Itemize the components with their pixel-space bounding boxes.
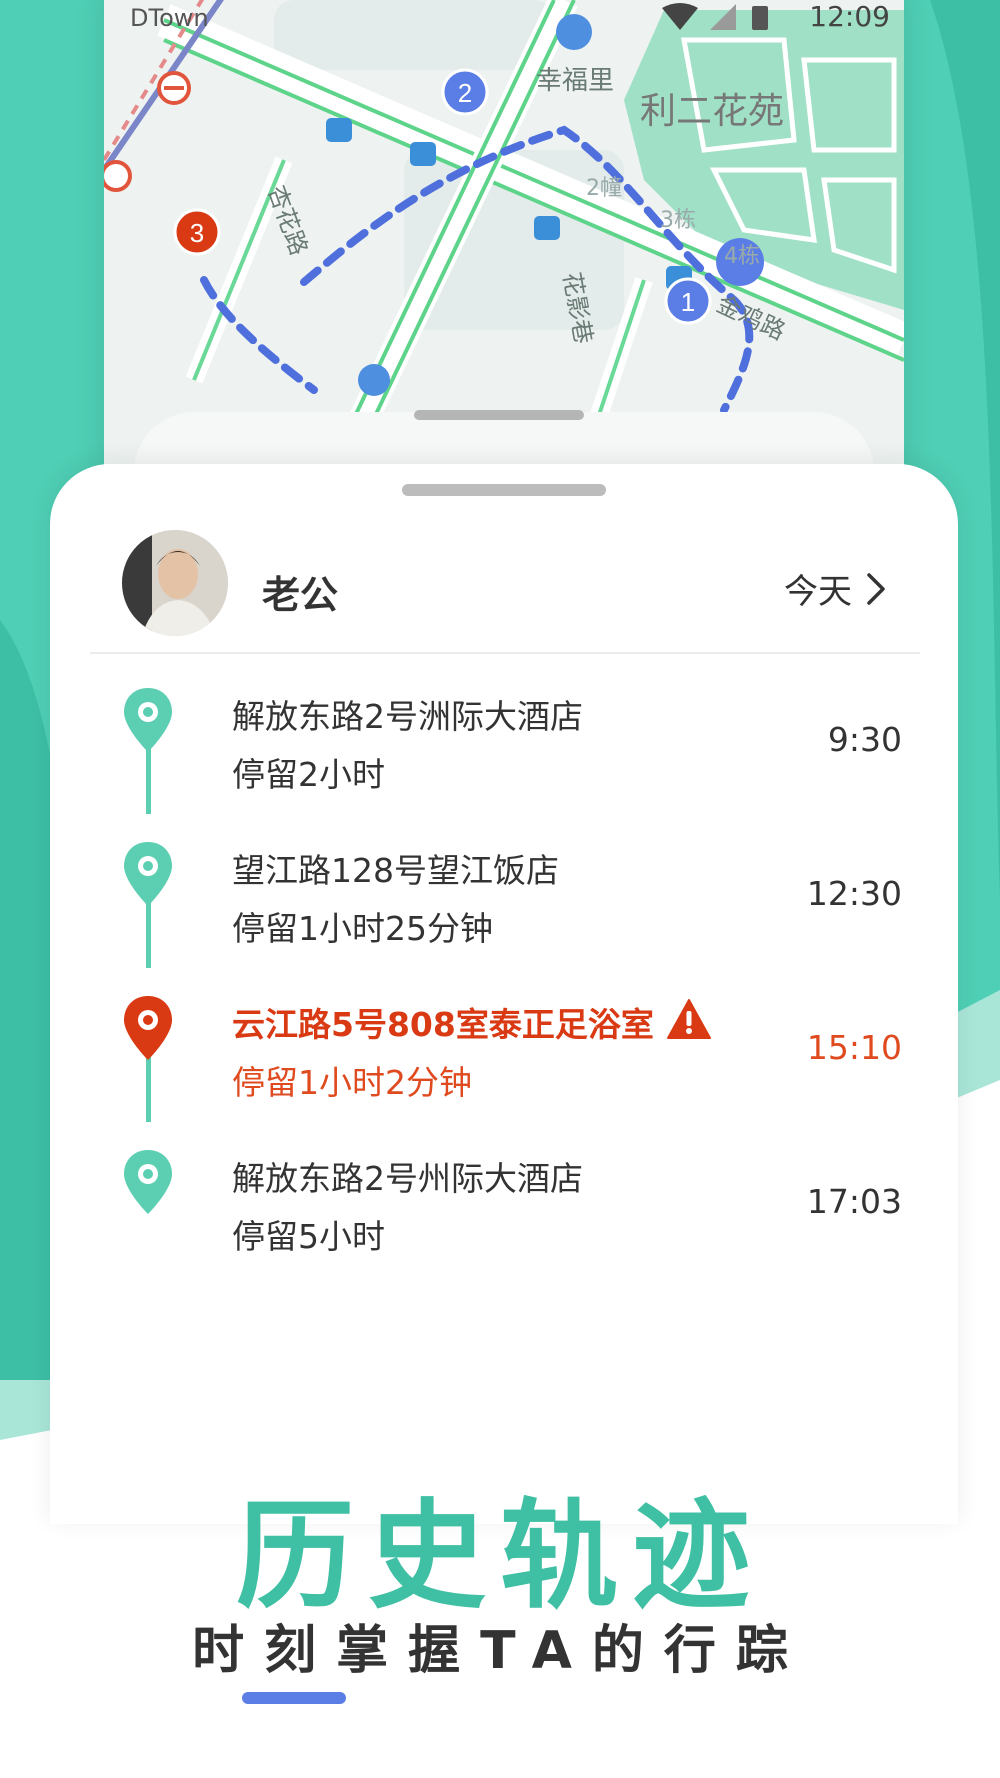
- card-drag-handle[interactable]: [402, 484, 606, 496]
- inner-sheet-handle[interactable]: [414, 410, 584, 420]
- entry-time: 17:03: [806, 1182, 902, 1221]
- map-label-bld-3: 3栋: [660, 208, 696, 233]
- tagline-underline: [242, 1692, 346, 1704]
- date-filter-button[interactable]: 今天: [784, 564, 886, 613]
- carrier-label: DTown: [130, 4, 209, 32]
- svg-text:2: 2: [458, 78, 472, 108]
- entry-stay: 停留2小时: [232, 755, 385, 794]
- entry-stay: 停留5小时: [232, 1217, 385, 1256]
- route-map[interactable]: 1 2 3: [104, 0, 904, 460]
- timeline-entry[interactable]: 望江路128号望江饭店 停留1小时25分钟 12:30: [110, 840, 930, 960]
- signal-icon: [710, 4, 736, 30]
- timeline-card: 老公 今天 解放东路2号洲际大酒店 停留2小时 9:30 望江路128号望江饭店…: [50, 464, 958, 1524]
- warning-icon: [666, 999, 711, 1039]
- divider: [90, 652, 920, 654]
- route-marker-3[interactable]: 3: [173, 208, 221, 256]
- promo-headline: 历史轨迹: [235, 1487, 764, 1625]
- map-label-area-small: 幸福里: [536, 66, 615, 96]
- battery-icon: [752, 6, 768, 30]
- location-pin-alert-icon: [124, 996, 172, 1060]
- chevron-right-icon: [867, 572, 885, 605]
- entry-time: 12:30: [806, 874, 902, 913]
- route-marker-2[interactable]: 2: [441, 68, 489, 116]
- phone-frame: 1 2 3 DTown 12:09 幸福里 利二花苑 2幢 3栋 4栋 杏花路 …: [104, 0, 904, 500]
- avatar-image: [122, 530, 228, 636]
- entry-place-alert-wrap: 云江路5号808室泰正足浴室: [232, 998, 712, 1046]
- map-label-bld-4: 4栋: [724, 244, 760, 269]
- person-name: 老公: [262, 573, 339, 617]
- entry-place: 云江路5号808室泰正足浴室: [232, 1005, 654, 1044]
- location-pin-icon: [124, 842, 172, 906]
- entry-place: 解放东路2号洲际大酒店: [232, 697, 583, 736]
- entry-time: 15:10: [806, 1028, 902, 1067]
- entry-stay: 停留1小时25分钟: [232, 909, 493, 948]
- promo-tagline: 时刻掌握TA的行踪: [192, 1621, 808, 1681]
- entry-place: 望江路128号望江饭店: [232, 851, 559, 890]
- map-label-bld-2: 2幢: [586, 176, 622, 201]
- avatar[interactable]: [122, 530, 228, 636]
- wifi-icon: [662, 3, 698, 30]
- status-icons: [662, 3, 768, 30]
- entry-stay: 停留1小时2分钟: [232, 1063, 472, 1102]
- status-bar: DTown 12:09: [130, 0, 890, 34]
- timeline-entry[interactable]: 解放东路2号洲际大酒店 停留2小时 9:30: [110, 686, 930, 806]
- svg-text:3: 3: [190, 218, 204, 248]
- timeline-entry-alert[interactable]: 云江路5号808室泰正足浴室 停留1小时2分钟 15:10: [110, 994, 930, 1114]
- location-pin-icon: [124, 688, 172, 752]
- svg-text:1: 1: [681, 287, 695, 317]
- entry-place: 解放东路2号州际大酒店: [232, 1159, 583, 1198]
- timeline-entry[interactable]: 解放东路2号州际大酒店 停留5小时 17:03: [110, 1148, 930, 1268]
- entry-time: 9:30: [827, 720, 902, 759]
- date-filter-label: 今天: [784, 572, 852, 612]
- location-pin-icon: [124, 1150, 172, 1214]
- clock: 12:09: [809, 0, 890, 33]
- map-label-area-main: 利二花苑: [640, 91, 785, 132]
